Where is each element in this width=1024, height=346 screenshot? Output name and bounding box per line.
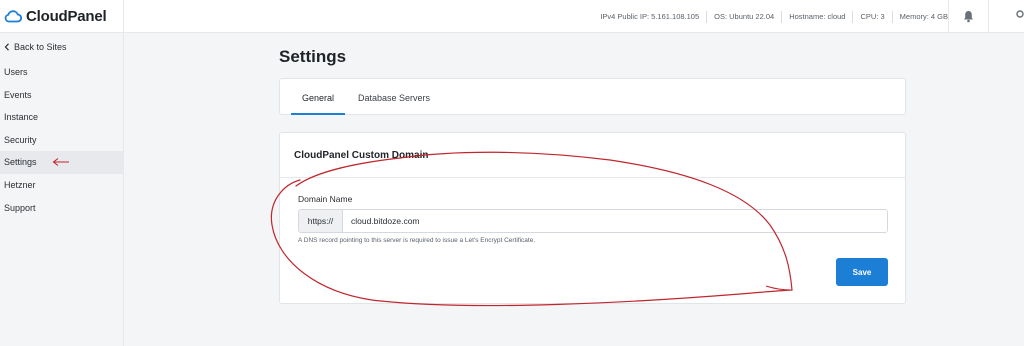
system-info: IPv4 Public IP: 5.161.108.105 OS: Ubuntu… — [600, 0, 948, 33]
sidebar-item-security[interactable]: Security — [0, 129, 123, 152]
custom-domain-card: CloudPanel Custom Domain Domain Name htt… — [279, 132, 906, 304]
sidebar-item-label: Settings — [4, 157, 37, 168]
tab-general[interactable]: General — [291, 79, 345, 115]
os-info: OS: Ubuntu 22.04 — [714, 12, 775, 21]
divider — [781, 10, 783, 23]
domain-name-input[interactable] — [343, 210, 887, 232]
page-title: Settings — [279, 47, 347, 66]
chevron-left-icon — [4, 43, 9, 51]
sidebar-item-instance[interactable]: Instance — [0, 106, 123, 129]
tab-database-servers[interactable]: Database Servers — [358, 79, 430, 115]
user-icon — [1016, 10, 1024, 18]
protocol-prefix: https:// — [299, 210, 343, 232]
sidebar-item-support[interactable]: Support — [0, 197, 123, 220]
user-menu-button[interactable] — [988, 0, 1024, 33]
divider — [706, 10, 708, 23]
sidebar-item-settings[interactable]: Settings — [0, 151, 123, 174]
notifications-button[interactable] — [948, 0, 988, 33]
save-button[interactable]: Save — [836, 258, 888, 286]
arrow-annotation-icon — [52, 158, 69, 167]
domain-name-label: Domain Name — [298, 194, 353, 204]
back-to-sites-link[interactable]: Back to Sites — [0, 33, 123, 61]
divider — [852, 10, 854, 23]
top-bar: CloudPanel IPv4 Public IP: 5.161.108.105… — [0, 0, 1024, 33]
domain-help-text: A DNS record pointing to this server is … — [298, 237, 536, 244]
memory-info: Memory: 4 GB — [899, 12, 948, 21]
sidebar-item-events[interactable]: Events — [0, 84, 123, 107]
back-label: Back to Sites — [14, 42, 67, 52]
hostname-info: Hostname: cloud — [789, 12, 846, 21]
ipv4-info: IPv4 Public IP: 5.161.108.105 — [600, 12, 700, 21]
brand-name: CloudPanel — [26, 7, 107, 25]
section-title: CloudPanel Custom Domain — [280, 133, 905, 178]
cloud-logo-icon — [4, 10, 22, 23]
divider — [891, 10, 893, 23]
domain-input-group: https:// — [298, 209, 888, 233]
sidebar-item-users[interactable]: Users — [0, 61, 123, 84]
main-content: Settings General Database Servers CloudP… — [124, 33, 1024, 346]
cpu-info: CPU: 3 — [860, 12, 885, 21]
sidebar: Back to Sites Users Events Instance Secu… — [0, 33, 124, 346]
brand-logo[interactable]: CloudPanel — [0, 0, 124, 33]
tabs-bar: General Database Servers — [279, 78, 906, 115]
sidebar-item-hetzner[interactable]: Hetzner — [0, 174, 123, 197]
bell-icon — [964, 11, 973, 23]
